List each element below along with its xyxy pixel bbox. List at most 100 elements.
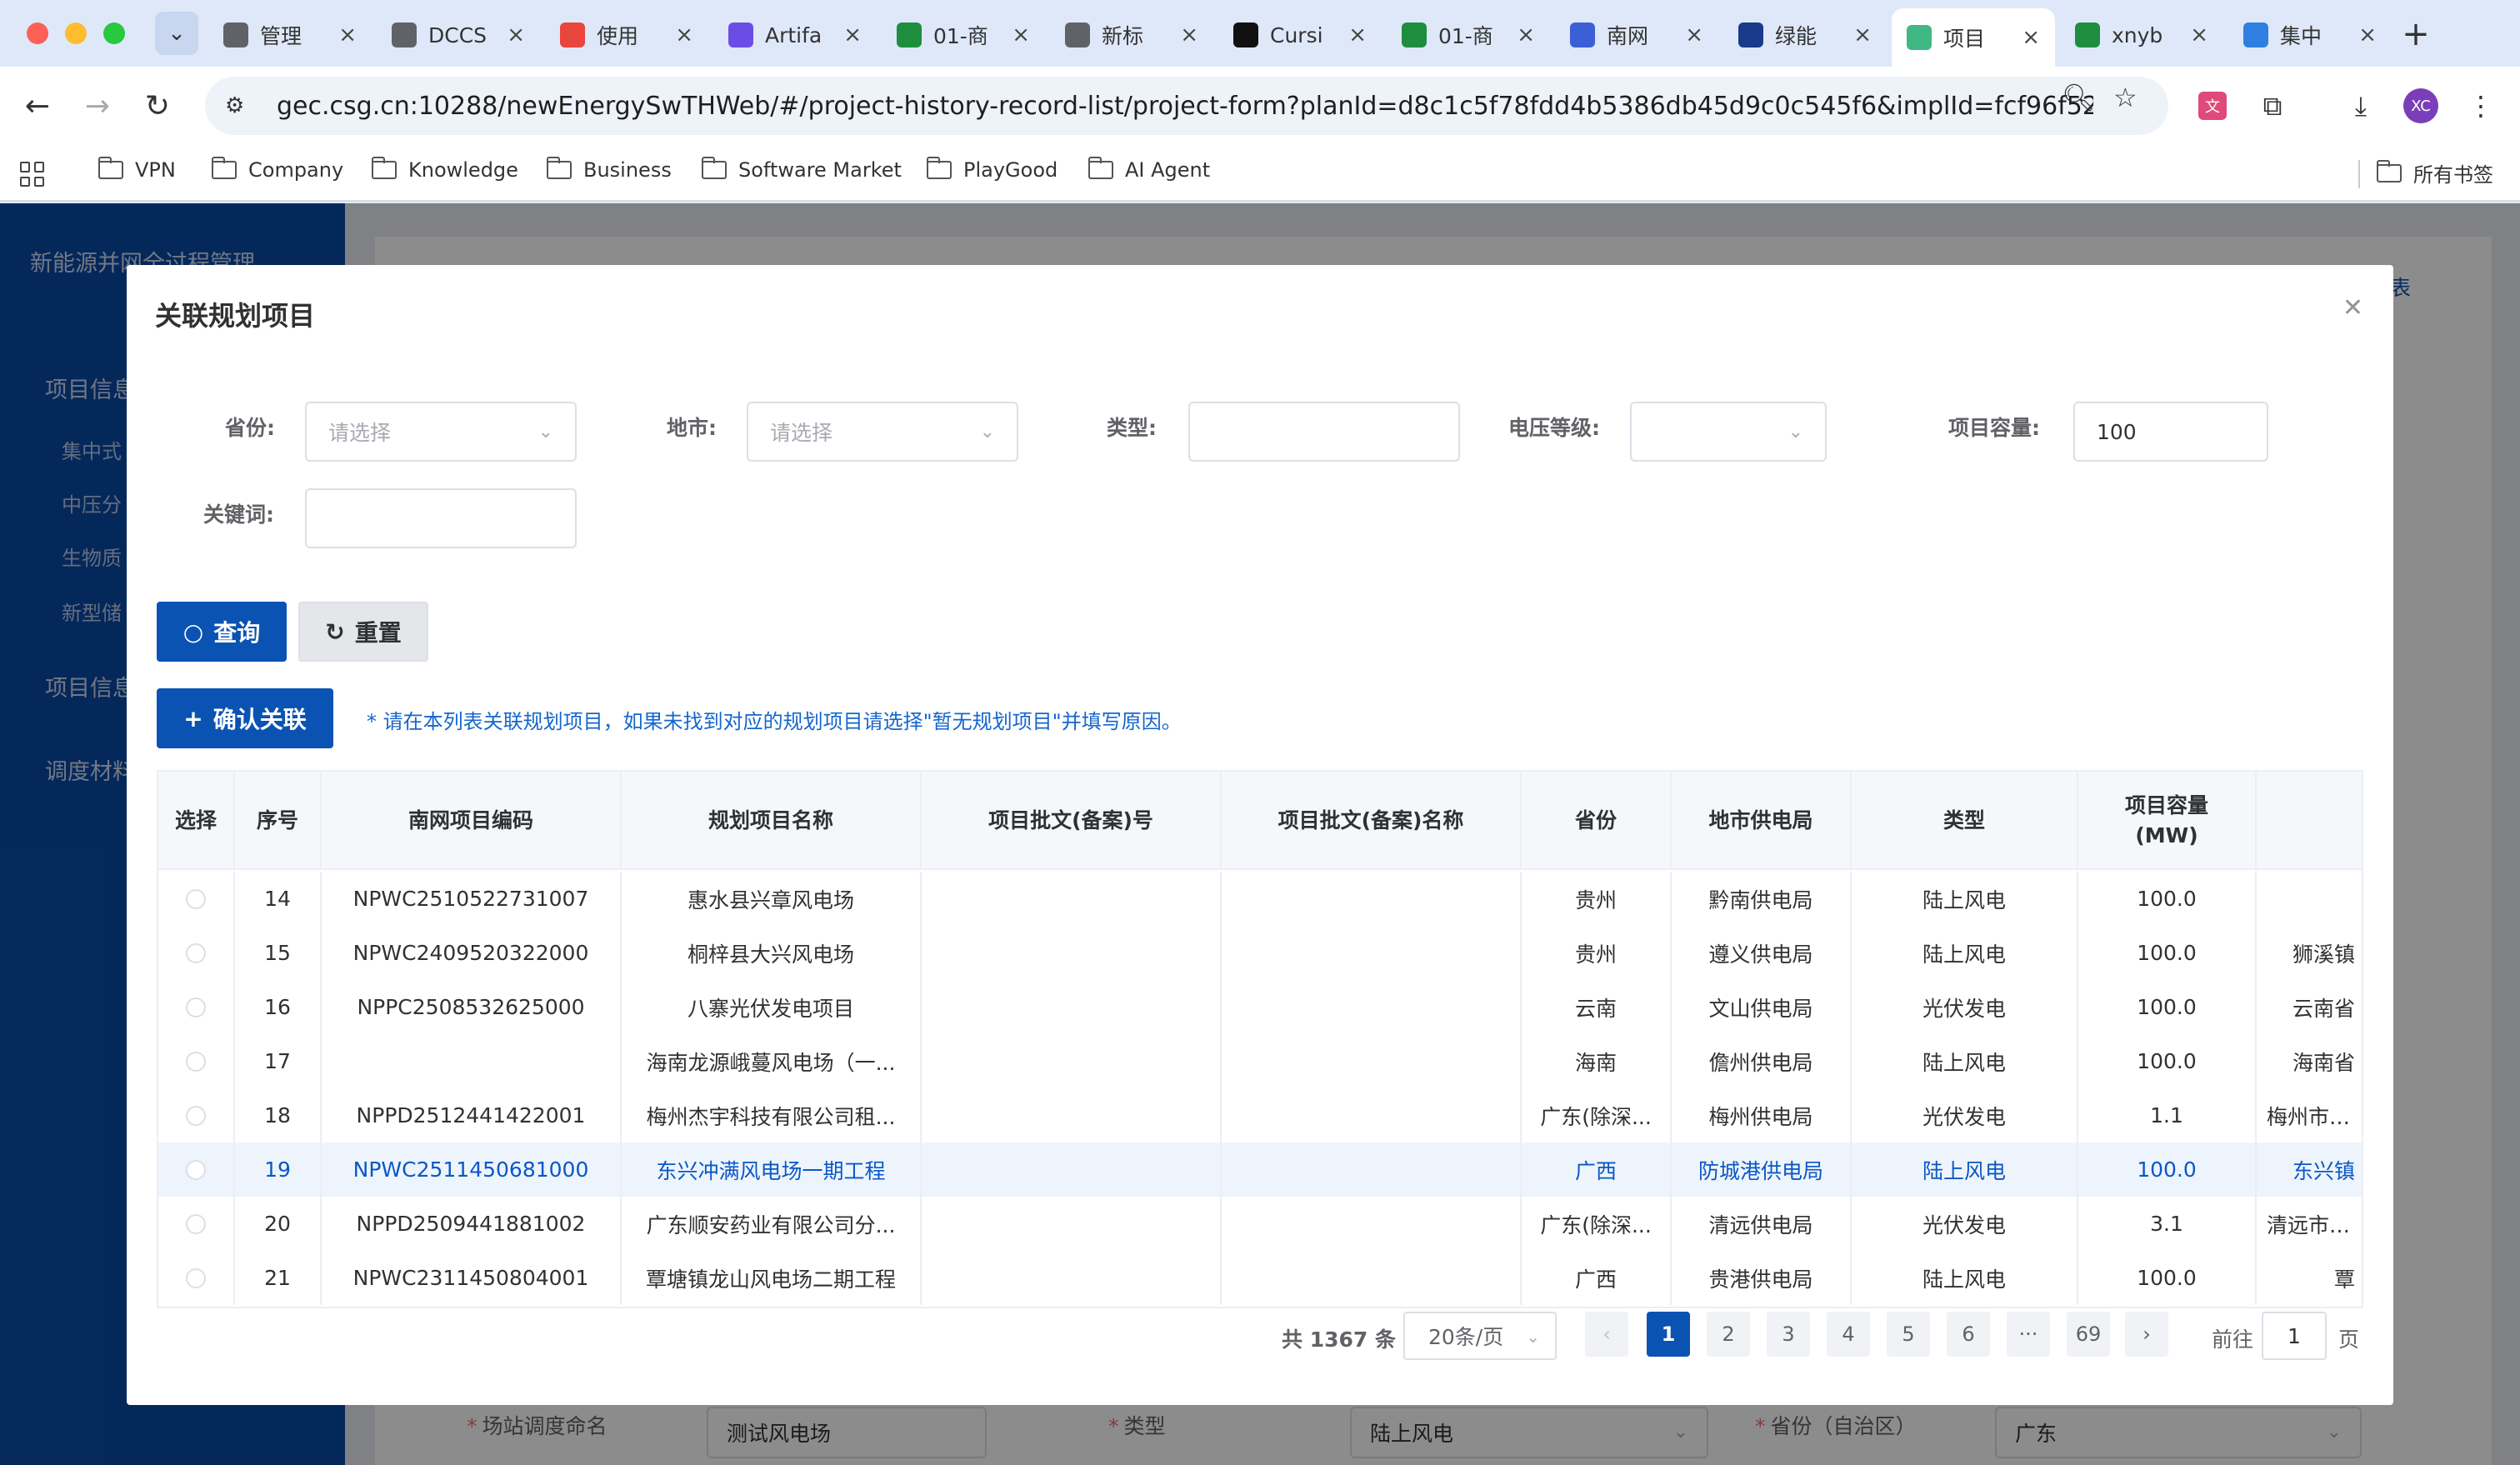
close-tab-icon[interactable]: × bbox=[2190, 22, 2208, 48]
close-tab-icon[interactable]: × bbox=[1012, 22, 1030, 48]
browser-tab[interactable]: 01-商 × bbox=[882, 10, 1045, 60]
bookmark-business[interactable]: Business bbox=[546, 157, 672, 182]
td-select[interactable] bbox=[158, 872, 235, 926]
browser-tab[interactable]: 01-商 × bbox=[1387, 10, 1550, 60]
td-select[interactable] bbox=[158, 980, 235, 1034]
more-pages-button[interactable]: ··· bbox=[2007, 1312, 2050, 1357]
browser-tab[interactable]: 集中 × bbox=[2228, 10, 2392, 60]
province-select[interactable]: 请选择 ⌄ bbox=[305, 402, 577, 462]
address-bar[interactable]: ⚙ gec.csg.cn:10288/newEnergySwTHWeb/#/pr… bbox=[205, 77, 2168, 135]
table-row[interactable]: 16 NPPC2508532625000 八寨光伏发电项目 云南 文山供电局 光伏发电 10… bbox=[158, 980, 2362, 1034]
browser-tab[interactable]: 绿能 × bbox=[1723, 10, 1887, 60]
browser-tab[interactable]: DCCS × bbox=[377, 10, 540, 60]
table-row[interactable]: 19 NPWC2511450681000 东兴冲满风电场一期工程 广西 防城港供电局 陆上… bbox=[158, 1142, 2362, 1197]
td-select[interactable] bbox=[158, 1251, 235, 1305]
maximize-window-button[interactable] bbox=[103, 22, 125, 44]
row-radio[interactable] bbox=[186, 1105, 206, 1126]
search-button[interactable]: ○ 查询 bbox=[157, 602, 287, 662]
bookmark-star-icon[interactable]: ☆ bbox=[2113, 82, 2138, 113]
table-row[interactable]: 20 NPPD2509441881002 广东顺安药业有限公司分... 广东(除深..… bbox=[158, 1197, 2362, 1251]
zoom-icon[interactable]: 🔍︎ bbox=[2062, 82, 2096, 113]
table-row[interactable]: 17 海南龙源峨蔓风电场（一... 海南 儋州供电局 陆上风电 100.0 海南省 bbox=[158, 1034, 2362, 1088]
td-select[interactable] bbox=[158, 1142, 235, 1197]
city-select[interactable]: 请选择 ⌄ bbox=[747, 402, 1018, 462]
browser-tab[interactable]: 管理 × bbox=[208, 10, 372, 60]
page-button[interactable]: 6 bbox=[1947, 1312, 1990, 1357]
reload-button[interactable]: ↻ bbox=[137, 85, 178, 127]
browser-tab[interactable]: Artifa × bbox=[713, 10, 877, 60]
browser-tab[interactable]: 新标 × bbox=[1050, 10, 1213, 60]
th-bureau: 地市供电局 bbox=[1672, 772, 1852, 870]
td-select[interactable] bbox=[158, 926, 235, 980]
site-info-icon[interactable]: ⚙ bbox=[225, 93, 258, 118]
close-tab-icon[interactable]: × bbox=[338, 22, 357, 48]
page-button[interactable]: 1 bbox=[1647, 1312, 1690, 1357]
close-icon[interactable]: ✕ bbox=[2342, 293, 2363, 322]
close-tab-icon[interactable]: × bbox=[1348, 22, 1367, 48]
type-input[interactable] bbox=[1188, 402, 1460, 462]
new-tab-button[interactable]: + bbox=[2395, 13, 2437, 55]
close-tab-icon[interactable]: × bbox=[2358, 22, 2377, 48]
bookmark-playgood[interactable]: PlayGood bbox=[926, 157, 1058, 182]
table-row[interactable]: 21 NPWC2311450804001 覃塘镇龙山风电场二期工程 广西 贵港供电局 陆上… bbox=[158, 1251, 2362, 1305]
close-tab-icon[interactable]: × bbox=[843, 22, 862, 48]
page-button[interactable]: 69 bbox=[2067, 1312, 2110, 1357]
browser-tab[interactable]: 项目 × bbox=[1892, 8, 2055, 67]
page-button[interactable]: 4 bbox=[1827, 1312, 1870, 1357]
td-select[interactable] bbox=[158, 1088, 235, 1142]
table-row[interactable]: 18 NPPD2512441422001 梅州杰宇科技有限公司租... 广东(除深..… bbox=[158, 1088, 2362, 1142]
bookmark-knowledge[interactable]: Knowledge bbox=[371, 157, 518, 182]
browser-tab[interactable]: 南网 × bbox=[1555, 10, 1718, 60]
page-button[interactable]: 5 bbox=[1887, 1312, 1930, 1357]
row-radio[interactable] bbox=[186, 888, 206, 909]
translate-extension-icon[interactable]: 文 bbox=[2192, 85, 2233, 127]
close-tab-icon[interactable]: × bbox=[1517, 22, 1535, 48]
row-radio[interactable] bbox=[186, 997, 206, 1018]
bookmark-ai-agent[interactable]: AI Agent bbox=[1088, 157, 1210, 182]
page-button[interactable]: 2 bbox=[1707, 1312, 1750, 1357]
close-tab-icon[interactable]: × bbox=[1685, 22, 1703, 48]
close-tab-icon[interactable]: × bbox=[507, 22, 525, 48]
row-radio[interactable] bbox=[186, 1213, 206, 1234]
close-tab-icon[interactable]: × bbox=[1853, 22, 1872, 48]
bookmark-software-market[interactable]: Software Market bbox=[701, 157, 902, 182]
profile-avatar[interactable]: XC bbox=[2403, 88, 2438, 123]
capacity-input[interactable]: 100 bbox=[2073, 402, 2268, 462]
browser-tab[interactable]: Cursi × bbox=[1218, 10, 1382, 60]
extensions-icon[interactable]: ⧉ bbox=[2252, 85, 2293, 127]
page-button[interactable]: 3 bbox=[1767, 1312, 1810, 1357]
all-bookmarks[interactable]: 所有书签 bbox=[2376, 158, 2493, 188]
goto-page-input[interactable]: 1 bbox=[2262, 1312, 2327, 1360]
url-text[interactable]: gec.csg.cn:10288/newEnergySwTHWeb/#/proj… bbox=[277, 92, 2093, 121]
minimize-window-button[interactable] bbox=[65, 22, 87, 44]
next-page-button[interactable]: › bbox=[2125, 1312, 2168, 1357]
browser-tab[interactable]: xnyb × bbox=[2060, 10, 2223, 60]
voltage-select[interactable]: ⌄ bbox=[1630, 402, 1827, 462]
forward-button[interactable]: → bbox=[77, 85, 118, 127]
row-radio[interactable] bbox=[186, 1051, 206, 1072]
menu-kebab-icon[interactable]: ⋮ bbox=[2460, 85, 2502, 127]
close-tab-icon[interactable]: × bbox=[675, 22, 693, 48]
reset-button[interactable]: ↻ 重置 bbox=[298, 602, 428, 662]
td-select[interactable] bbox=[158, 1034, 235, 1088]
back-button[interactable]: ← bbox=[17, 85, 58, 127]
keyword-input[interactable] bbox=[305, 488, 577, 548]
close-tab-icon[interactable]: × bbox=[1180, 22, 1198, 48]
row-radio[interactable] bbox=[186, 1268, 206, 1288]
confirm-link-button[interactable]: + 确认关联 bbox=[157, 688, 333, 748]
close-window-button[interactable] bbox=[27, 22, 48, 44]
close-tab-icon[interactable]: × bbox=[2022, 25, 2040, 50]
download-icon[interactable]: ⤓ bbox=[2340, 85, 2382, 127]
table-row[interactable]: 15 NPWC2409520322000 桐梓县大兴风电场 贵州 遵义供电局 陆上风电 10… bbox=[158, 926, 2362, 980]
bookmark-vpn[interactable]: VPN bbox=[98, 157, 176, 182]
td-select[interactable] bbox=[158, 1197, 235, 1251]
row-radio[interactable] bbox=[186, 942, 206, 963]
row-radio[interactable] bbox=[186, 1159, 206, 1180]
tab-search-button[interactable]: ⌄ bbox=[155, 12, 198, 55]
bookmark-company[interactable]: Company bbox=[211, 157, 343, 182]
table-row[interactable]: 14 NPWC2510522731007 惠水县兴章风电场 贵州 黔南供电局 陆上风电 10… bbox=[158, 872, 2362, 926]
browser-tab[interactable]: 使用 × bbox=[545, 10, 708, 60]
apps-grid-icon[interactable] bbox=[20, 162, 45, 187]
prev-page-button[interactable]: ‹ bbox=[1585, 1312, 1628, 1357]
page-size-select[interactable]: 20条/页 ⌄ bbox=[1403, 1312, 1557, 1360]
